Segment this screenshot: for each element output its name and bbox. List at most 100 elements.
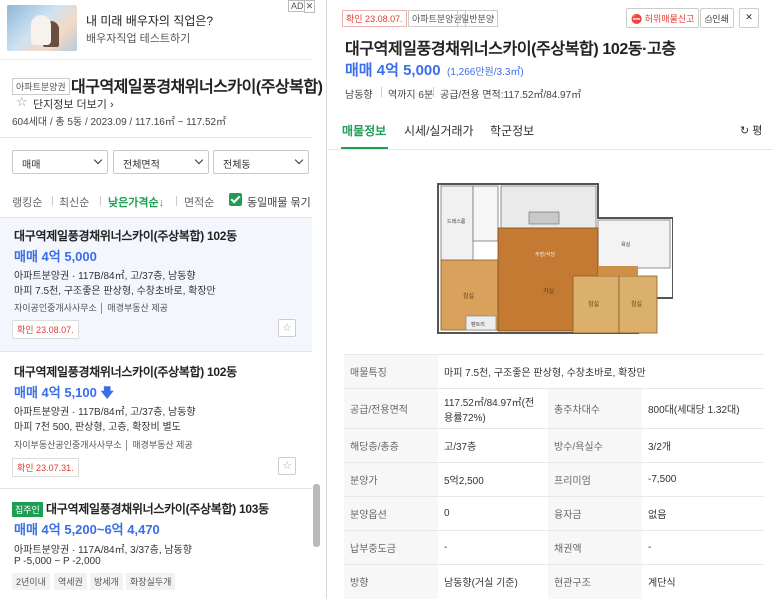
table-row: 납부중도금 - 채권액 -	[344, 530, 764, 565]
area-unit-label: 평	[752, 125, 763, 137]
divider	[52, 196, 53, 206]
tab-listing-info[interactable]: 매물정보	[342, 122, 386, 139]
table-cell: 800대(세대당 1.32대)	[642, 388, 764, 429]
table-row: 공급/전용면적 117.52㎡/84.97㎡(전용률72%) 총주차대수 800…	[344, 388, 764, 429]
tab-school-info[interactable]: 학군정보	[490, 122, 534, 139]
listing-panel: 내 미래 배우자의 직업은? 배우자직업 테스트하기 AD ✕ 아파트분양권 대…	[0, 0, 327, 599]
listing-desc: 마피 7천 500, 판상형, 고층, 확장비 별도	[14, 422, 181, 433]
sort-ranking[interactable]: 랭킹순	[12, 194, 42, 210]
listing-tag: 화장실두개	[126, 573, 176, 590]
confirmed-badge: 확인 23.08.07.	[342, 10, 407, 27]
listing-info-table: 매물특징 마피 7.5천, 구조좋은 판상형, 수창초바로, 확장만 공급/전용…	[344, 354, 764, 599]
listing-agent: 자이부동산공인중개사사무소 │ 매경부동산 제공	[14, 440, 193, 450]
table-header: 해당층/총층	[344, 428, 438, 463]
ad-title[interactable]: 내 미래 배우자의 직업은?	[86, 12, 213, 29]
table-header: 납부중도금	[344, 530, 438, 565]
listing-name[interactable]: 대구역제일풍경채위너스카이(주상복합) 102동	[14, 227, 237, 244]
list-item[interactable]: 대구역제일풍경채위너스카이(주상복합) 102동 매매 4억 5,000 아파트…	[0, 218, 312, 351]
listing-desc: 마피 7.5천, 구조좋은 판상형, 수창초바로, 확장만	[14, 286, 216, 297]
table-header: 방향	[344, 564, 438, 599]
report-button[interactable]: ⛔ 허위매물신고	[626, 8, 700, 28]
price-down-icon: 🡇	[100, 385, 114, 400]
dong-value: 전체동	[223, 160, 251, 171]
print-label: 인쇄	[712, 14, 729, 24]
sort-low-price[interactable]: 낮은가격순↓	[108, 194, 164, 210]
ad-close-icon[interactable]: ✕	[304, 0, 315, 13]
divider	[328, 149, 773, 150]
same-listing-checkbox[interactable]	[229, 193, 242, 206]
table-cell: 5억2,500	[438, 462, 548, 497]
table-cell: -	[642, 530, 764, 565]
listing-tag: 방세개	[90, 573, 123, 590]
listing-spec: 아파트분양권 · 117B/84㎡, 고/37층, 남동향	[14, 271, 196, 282]
favorite-star-icon[interactable]: ☆	[278, 457, 296, 475]
table-header: 분양옵션	[344, 496, 438, 531]
table-cell: 117.52㎡/84.97㎡(전용률72%)	[438, 388, 548, 429]
scrollbar-thumb[interactable]	[313, 484, 320, 547]
table-header: 현관구조	[548, 564, 642, 599]
owner-badge: 집주인	[12, 502, 43, 517]
trade-type-value: 매매	[22, 160, 41, 171]
listing-name[interactable]: 대구역제일풍경채위너스카이(주상복합) 102동	[14, 363, 237, 380]
divider	[381, 87, 382, 97]
ad-image[interactable]	[7, 5, 77, 51]
floorplan-label: 거실	[543, 287, 554, 295]
listing-tag: 2년이내	[12, 573, 50, 590]
table-row: 방향 남동향(거실 기준) 현관구조 계단식	[344, 564, 764, 599]
table-cell: 3/2개	[642, 428, 764, 463]
listing-price: 매매 4억 5,000	[14, 249, 97, 264]
table-cell: 계단식	[642, 564, 764, 599]
chevron-down-icon	[294, 155, 304, 165]
tab-price-history[interactable]: 시세/실거래가	[404, 122, 474, 139]
table-cell: 0	[438, 496, 548, 531]
chevron-down-icon	[93, 155, 103, 165]
sort-latest[interactable]: 최신순	[59, 194, 89, 210]
area-value: 전체면적	[123, 160, 160, 171]
print-button[interactable]: ⎙인쇄	[700, 8, 734, 28]
listing-spec: 아파트분양권 · 117A/84㎡, 3/37층, 남동향	[14, 545, 192, 556]
list-item[interactable]: 대구역제일풍경채위너스카이(주상복합) 102동 매매 4억 5,100 🡇 아…	[0, 352, 312, 487]
listing-desc: P -5,000 ~ P -2,000	[14, 556, 101, 567]
complex-type-badge: 아파트분양권	[12, 78, 70, 95]
list-item[interactable]: 집주인 대구역제일풍경채위너스카이(주상복합) 103동 매매 4억 5,200…	[0, 489, 312, 599]
floorplan-label: 드레스룸	[447, 218, 466, 225]
table-header: 채권액	[548, 530, 642, 565]
divider	[433, 87, 434, 97]
table-cell: 고/37층	[438, 428, 548, 463]
favorite-star-icon[interactable]: ☆	[16, 94, 28, 110]
detail-distance: 역까지 6분	[388, 90, 434, 101]
table-row: 매물특징 마피 7.5천, 구조좋은 판상형, 수창초바로, 확장만	[344, 354, 764, 389]
listing-name[interactable]: 대구역제일풍경채위너스카이(주상복합) 103동	[46, 500, 269, 517]
dong-select[interactable]: 전체동	[213, 150, 309, 174]
table-cell: 남동향(거실 기준)	[438, 564, 548, 599]
sale-tag: 일반분양	[457, 10, 499, 27]
ad-subtitle[interactable]: 배우자직업 테스트하기	[86, 30, 190, 46]
table-row: 해당층/총층 고/37층 방수/욕실수 3/2개	[344, 428, 764, 463]
area-select[interactable]: 전체면적	[113, 150, 209, 174]
detail-price-per: (1,266만원/3.3㎡)	[447, 67, 524, 78]
table-cell: 없음	[642, 496, 764, 531]
favorite-star-icon[interactable]: ☆	[278, 319, 296, 337]
sort-area[interactable]: 면적순	[184, 194, 214, 210]
ad-banner[interactable]: 내 미래 배우자의 직업은? 배우자직업 테스트하기 AD ✕	[0, 0, 315, 60]
divider	[176, 196, 177, 206]
complex-info-link[interactable]: 단지정보 더보기 ›	[33, 96, 114, 112]
area-unit-toggle[interactable]: ↻ 평	[740, 122, 762, 138]
table-header: 프리미엄	[548, 462, 642, 497]
table-header: 융자금	[548, 496, 642, 531]
detail-title: 대구역제일풍경채위너스카이(주상복합) 102동·고층	[345, 41, 676, 58]
confirmed-badge: 확인 23.07.31.	[12, 458, 79, 477]
table-header: 방수/욕실수	[548, 428, 642, 463]
table-header: 매물특징	[344, 354, 438, 389]
detail-direction: 남동향	[345, 90, 373, 101]
listing-spec: 아파트분양권 · 117B/84㎡, 고/37층, 남동향	[14, 407, 196, 418]
refresh-icon: ↻	[740, 125, 750, 137]
floorplan-image[interactable]: 침실 거실 침실 침실 주방/식당 드레스룸 욕실 팬트리	[433, 178, 673, 338]
listing-tag: 역세권	[54, 573, 87, 590]
close-button[interactable]: ✕	[739, 8, 759, 28]
floorplan-label: 욕실	[621, 241, 631, 248]
trade-type-select[interactable]: 매매	[12, 150, 108, 174]
same-listing-label[interactable]: 동일매물 묶기	[247, 194, 311, 210]
complex-name: 대구역제일풍경채위너스카이(주상복합)	[71, 79, 323, 96]
table-header: 총주차대수	[548, 388, 642, 429]
